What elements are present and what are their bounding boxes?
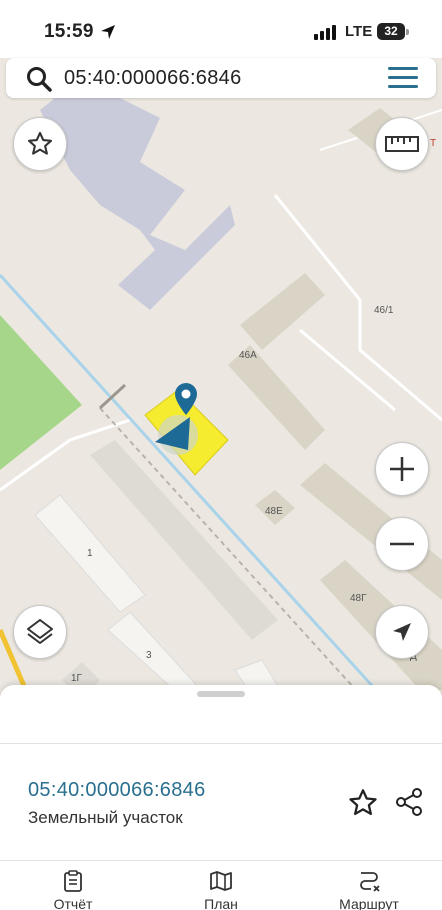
tab-plan[interactable]: План <box>161 870 281 910</box>
sheet-grabber[interactable] <box>197 691 245 697</box>
tab-plan-label: План <box>204 896 238 910</box>
layers-icon <box>27 619 53 644</box>
label-1: 1 <box>87 548 93 559</box>
tab-route[interactable]: Маршрут <box>309 870 429 910</box>
label-t: Т <box>430 138 436 149</box>
battery-cap <box>406 29 409 35</box>
search-icon[interactable] <box>26 66 52 92</box>
object-info-sheet[interactable]: 05:40:000066:6846 Земельный участок Отчё… <box>0 685 442 910</box>
status-time: 15:59 <box>44 21 94 42</box>
battery-icon: 32 <box>377 23 405 40</box>
zoom-in-icon <box>390 457 414 481</box>
map-canvas[interactable]: 46/1 46А 48Е 48Г 1 3 1Г Д Т <box>0 58 442 700</box>
park-area <box>0 315 82 470</box>
share-icon[interactable] <box>394 787 424 817</box>
label-3: 3 <box>146 650 152 661</box>
network-type: LTE <box>345 23 373 40</box>
object-type: Земельный участок <box>28 808 183 827</box>
favorite-star-icon[interactable] <box>347 787 379 819</box>
label-46a: 46А <box>239 350 257 361</box>
map-plan-icon <box>210 871 232 891</box>
label-1g: 1Г <box>71 673 83 684</box>
cellular-signal-icon <box>314 25 336 40</box>
building-block <box>40 78 235 310</box>
layers-button[interactable] <box>13 605 67 659</box>
label-48e: 48Е <box>265 506 283 517</box>
ruler-button[interactable] <box>375 117 429 171</box>
favorite-map-button[interactable] <box>13 117 67 171</box>
menu-icon[interactable] <box>388 67 418 89</box>
zoom-out-button[interactable] <box>375 517 429 571</box>
search-input[interactable] <box>64 62 364 94</box>
tab-route-label: Маршрут <box>339 896 399 910</box>
report-icon <box>64 870 82 892</box>
label-46-1: 46/1 <box>374 305 394 316</box>
tab-report[interactable]: Отчёт <box>13 870 133 910</box>
map-view[interactable]: 46/1 46А 48Е 48Г 1 3 1Г Д Т <box>0 58 442 700</box>
route-icon <box>360 872 380 892</box>
my-location-button[interactable] <box>375 605 429 659</box>
zoom-out-icon <box>390 542 414 546</box>
ruler-icon <box>385 136 419 152</box>
navigation-icon <box>393 623 411 641</box>
search-bar[interactable] <box>6 58 436 98</box>
status-bar: 15:59 LTE 32 <box>0 0 442 58</box>
sheet-divider <box>0 743 442 744</box>
cadastral-number[interactable]: 05:40:000066:6846 <box>28 779 206 802</box>
tab-report-label: Отчёт <box>53 896 93 910</box>
label-48g: 48Г <box>350 593 367 604</box>
tabbar-divider <box>0 860 442 861</box>
location-arrow-icon <box>101 25 115 39</box>
zoom-in-button[interactable] <box>375 442 429 496</box>
star-outline-icon <box>27 131 53 155</box>
